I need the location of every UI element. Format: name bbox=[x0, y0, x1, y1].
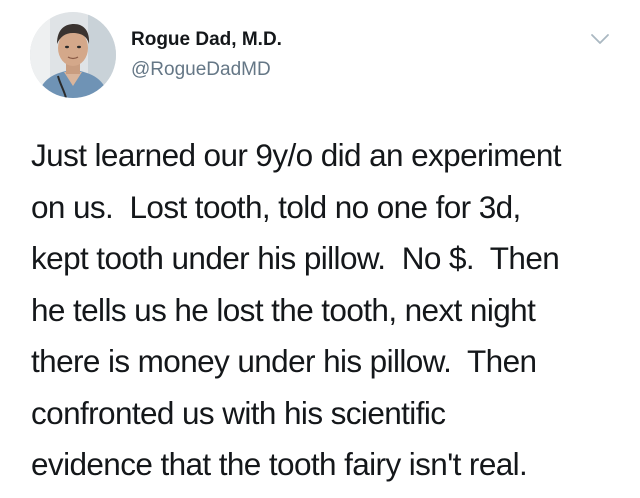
user-handle[interactable]: @RogueDadMD bbox=[131, 58, 282, 82]
display-name[interactable]: Rogue Dad, M.D. bbox=[131, 28, 282, 52]
tweet-text-line: Just learned our 9y/o did an experiment bbox=[31, 137, 562, 173]
tweet-text-line: there is money under his pillow. Then bbox=[31, 343, 537, 379]
tweet-text: Just learned our 9y/o did an experiment … bbox=[31, 130, 621, 491]
profile-photo-icon bbox=[30, 12, 116, 98]
avatar[interactable] bbox=[30, 12, 116, 98]
tweet-text-line: kept tooth under his pillow. No $. Then bbox=[31, 240, 560, 276]
tweet-text-line: confronted us with his scientific bbox=[31, 394, 446, 431]
author-info: Rogue Dad, M.D. @RogueDadMD bbox=[131, 28, 282, 82]
tweet-text-line: evidence that the tooth fairy isn't real… bbox=[31, 446, 528, 482]
tweet-text-line: on us. Lost tooth, told no one for 3d, bbox=[31, 188, 521, 225]
tweet-card: Rogue Dad, M.D. @RogueDadMD Just learned… bbox=[0, 0, 640, 498]
tweet-text-line: he tells us he lost the tooth, next nigh… bbox=[31, 291, 536, 328]
chevron-down-icon[interactable] bbox=[588, 30, 612, 48]
